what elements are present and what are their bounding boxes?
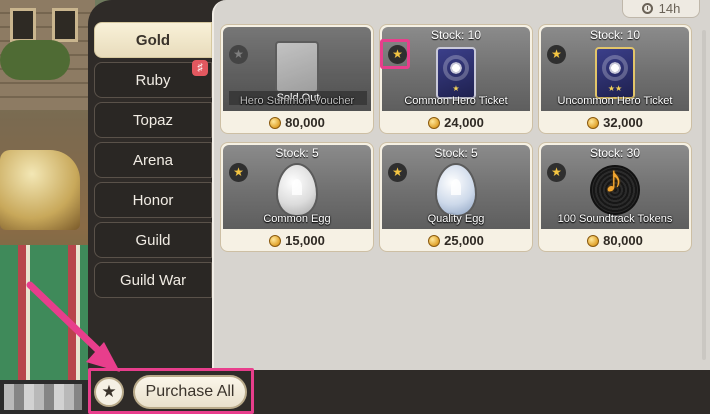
- item-price: 80,000: [539, 233, 691, 248]
- tab-label: Guild War: [119, 271, 187, 289]
- item-name: Common Hero Ticket: [404, 95, 508, 107]
- tab-guild-war[interactable]: Guild War: [94, 262, 212, 298]
- gold-coin-icon: [269, 234, 282, 247]
- shop-item-card[interactable]: Stock: 5 ★ Common Egg 15,000: [220, 142, 374, 252]
- favorite-star-icon[interactable]: ★: [229, 163, 248, 182]
- egg-icon: [276, 163, 318, 217]
- egg-icon: [435, 163, 477, 217]
- gift-icon: ♯: [192, 60, 208, 76]
- tab-arena[interactable]: Arena: [94, 142, 212, 178]
- ticket-icon: ★★: [595, 47, 635, 99]
- star-rating-icon: ★: [452, 84, 460, 93]
- shop-item-card[interactable]: Stock: 30 ★ 100 Soundtrack Tokens 80,000: [538, 142, 692, 252]
- tab-label: Ruby: [135, 71, 171, 89]
- item-price: 24,000: [380, 115, 532, 130]
- ticket-icon: ★: [436, 47, 476, 99]
- favorite-star-icon[interactable]: ★: [547, 163, 566, 182]
- item-name: Hero Summon Voucher: [239, 95, 355, 107]
- tab-label: Arena: [132, 151, 174, 169]
- voucher-icon: [275, 41, 319, 93]
- shop-item-card[interactable]: Stock: 5 ★ Quality Egg 25,000: [379, 142, 533, 252]
- tab-label: Honor: [132, 191, 174, 209]
- tab-honor[interactable]: Honor: [94, 182, 212, 218]
- scene-window: [10, 8, 36, 42]
- scene-greenery: [0, 40, 70, 80]
- price-value: 15,000: [285, 233, 325, 248]
- gold-coin-icon: [428, 116, 441, 129]
- price-value: 32,000: [603, 115, 643, 130]
- favorite-star-highlight: [380, 39, 410, 69]
- star-check-icon[interactable]: ★: [94, 377, 124, 407]
- item-price: 32,000: [539, 115, 691, 130]
- item-name: Uncommon Hero Ticket: [557, 95, 673, 107]
- price-value: 25,000: [444, 233, 484, 248]
- shop-item-card[interactable]: ★ Sold Out Hero Summon Voucher 80,000: [220, 24, 374, 134]
- blurred-username: [4, 384, 82, 410]
- stock-label: Stock: 5: [434, 146, 478, 160]
- tab-label: Guild: [135, 231, 171, 249]
- scroll-track[interactable]: [702, 30, 706, 360]
- scene-treasure-chest: [0, 150, 80, 230]
- item-name: Quality Egg: [427, 213, 485, 225]
- item-price: 15,000: [221, 233, 373, 248]
- price-value: 24,000: [444, 115, 484, 130]
- timer-text: 14h: [658, 0, 681, 16]
- gold-coin-icon: [587, 234, 600, 247]
- item-name: Common Egg: [263, 213, 331, 225]
- clock-icon: [641, 2, 653, 14]
- refresh-timer: 14h: [622, 0, 700, 18]
- scene-window: [52, 8, 78, 42]
- stock-label: Stock: 30: [589, 146, 641, 160]
- tab-label: Gold: [135, 31, 171, 49]
- stock-label: Stock: 5: [275, 146, 319, 160]
- gold-coin-icon: [269, 116, 282, 129]
- price-value: 80,000: [285, 115, 325, 130]
- purchase-all-button[interactable]: Purchase All: [133, 375, 247, 409]
- favorite-star-icon[interactable]: ★: [229, 45, 248, 64]
- price-value: 80,000: [603, 233, 643, 248]
- shop-item-card[interactable]: ★★ Stock: 10 ★ Uncommon Hero Ticket 32,0…: [538, 24, 692, 134]
- stock-label: Stock: 10: [589, 28, 641, 42]
- favorite-star-icon[interactable]: ★: [547, 45, 566, 64]
- tab-guild[interactable]: Guild: [94, 222, 212, 258]
- item-price: 25,000: [380, 233, 532, 248]
- tab-topaz[interactable]: Topaz: [94, 102, 212, 138]
- gold-coin-icon: [587, 116, 600, 129]
- star-rating-icon: ★★: [607, 84, 623, 93]
- gold-coin-icon: [428, 234, 441, 247]
- tab-ruby[interactable]: Ruby ♯: [94, 60, 212, 98]
- favorite-star-icon[interactable]: ★: [388, 163, 407, 182]
- record-icon: [590, 159, 640, 215]
- shop-tab-list: Gold Ruby ♯ Topaz Arena Honor Guild Guild…: [94, 22, 212, 302]
- item-price: 80,000: [221, 115, 373, 130]
- item-name: 100 Soundtrack Tokens: [557, 213, 673, 225]
- tab-label: Topaz: [132, 111, 174, 129]
- tab-gold[interactable]: Gold: [94, 22, 212, 58]
